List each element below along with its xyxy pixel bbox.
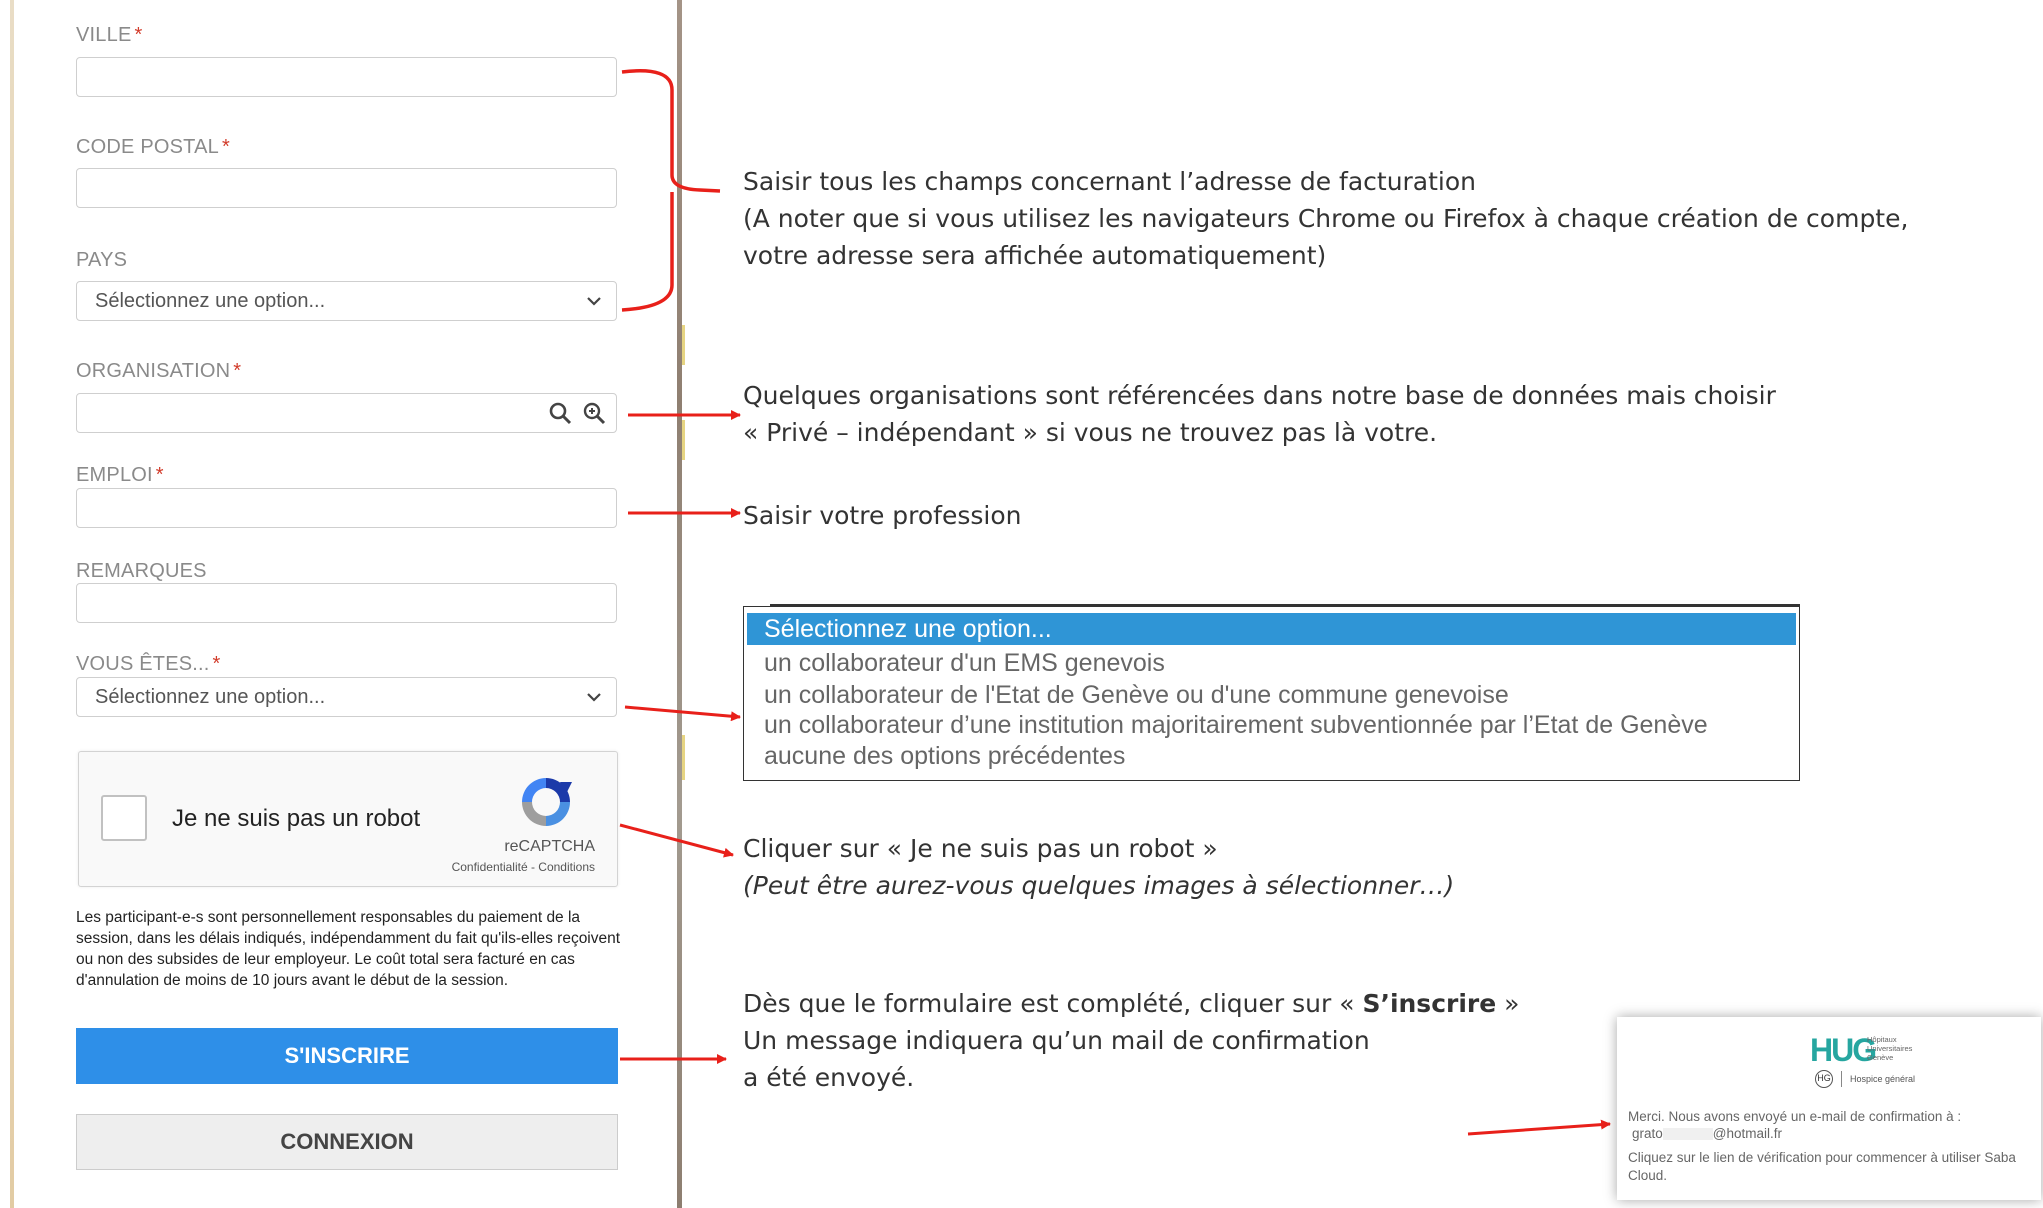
option-item[interactable]: un collaborateur d’une institution major… — [764, 711, 1708, 740]
submit-note: Dès que le formulaire est complété, cliq… — [743, 989, 1520, 1092]
captcha-note: Cliquer sur « Je ne suis pas un robot » … — [743, 834, 1455, 900]
option-item[interactable]: aucune des options précédentes — [764, 742, 1125, 771]
confirmation-message: Merci. Nous avons envoyé un e-mail de co… — [1628, 1109, 1962, 1124]
verification-instructions: Cliquez sur le lien de vérification pour… — [1628, 1150, 2016, 1183]
confirmation-email: grato @hotmail.fr — [1632, 1126, 1783, 1141]
address-note: Saisir tous les champs concernant l’adre… — [743, 167, 1909, 270]
hg-logo-icon: HG — [1815, 1070, 1833, 1088]
confirmation-arrow — [1467, 1119, 1611, 1136]
emploi-note: Saisir votre profession — [743, 501, 1022, 530]
hug-subtitle: Hôpitaux Universitaires Genève — [1867, 1035, 1913, 1062]
captcha-arrow — [619, 823, 734, 858]
vous-etes-arrow — [624, 705, 741, 722]
option-item[interactable]: un collaborateur d'un EMS genevois — [764, 649, 1165, 678]
option-selected[interactable]: Sélectionnez une option... — [747, 613, 1796, 645]
hospice-general-logo: HG Hospice général — [1815, 1070, 1915, 1088]
address-bracket — [621, 69, 721, 312]
option-item[interactable]: un collaborateur de l'Etat de Genève ou … — [764, 681, 1509, 710]
organisation-note: Quelques organisations sont référencées … — [743, 381, 1776, 447]
confirmation-panel: HUG Hôpitaux Universitaires Genève HG Ho… — [1617, 1017, 2041, 1200]
hug-logo: HUG — [1810, 1032, 1877, 1068]
vous-etes-options-list: Sélectionnez une option... un collaborat… — [743, 606, 1800, 781]
